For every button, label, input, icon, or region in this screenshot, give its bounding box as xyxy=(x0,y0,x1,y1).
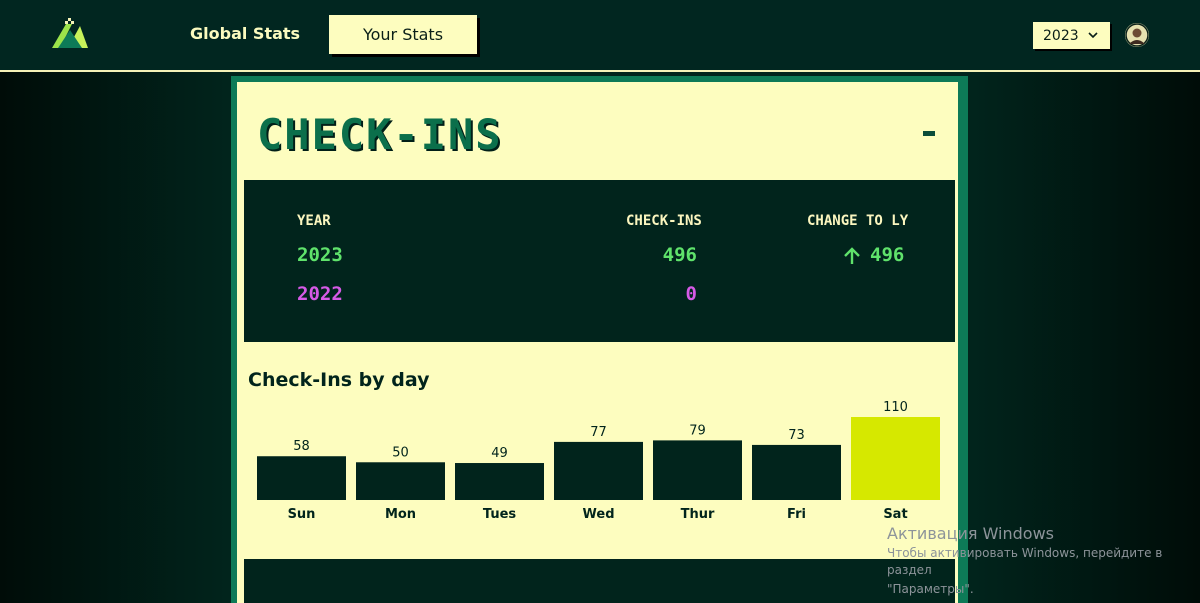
user-avatar[interactable] xyxy=(1125,23,1149,47)
change-column-header: CHANGE TO LY xyxy=(807,213,909,229)
year-select[interactable]: 2023 xyxy=(1033,22,1110,49)
row-checkins-previous: 0 xyxy=(685,283,697,305)
collapse-button[interactable] xyxy=(923,131,935,136)
watermark-line-2: "Параметры". xyxy=(887,582,974,596)
category-label: Sun xyxy=(288,507,316,522)
row-checkins-current: 496 xyxy=(662,244,697,266)
bar-value-label: 50 xyxy=(392,445,409,460)
card-title: CHECK-INS xyxy=(257,110,503,159)
category-label: Wed xyxy=(583,507,615,522)
row-year-previous: 2022 xyxy=(297,283,343,305)
row-year-current: 2023 xyxy=(297,244,343,266)
bar-value-label: 110 xyxy=(883,400,908,415)
header-divider xyxy=(0,70,1200,72)
category-label: Thur xyxy=(681,507,715,522)
checkins-by-day-chart: 58 Sun 50 Mon 49 Tues 77 Wed 79 Thur 73 Fri 110 Sat xyxy=(257,400,940,522)
bottom-panel xyxy=(244,559,955,603)
user-avatar-icon xyxy=(1125,23,1149,47)
bar-sat xyxy=(851,417,940,500)
year-column-header: YEAR xyxy=(297,213,331,229)
stats-panel: YEAR CHECK-INS CHANGE TO LY 2023 496 496… xyxy=(244,180,955,342)
bar-sun xyxy=(257,456,346,500)
bar-value-label: 77 xyxy=(590,425,607,440)
year-select-value: 2023 xyxy=(1043,27,1079,44)
bar-value-label: 79 xyxy=(689,423,706,438)
windows-activation-watermark: Активация Windows Чтобы активировать Win… xyxy=(887,524,1200,598)
watermark-title: Активация Windows xyxy=(887,524,1054,543)
category-label: Fri xyxy=(787,507,806,522)
bar-value-label: 58 xyxy=(293,439,310,454)
bar-mon xyxy=(356,462,445,500)
top-nav-bar: Global Stats Your Stats 2023 xyxy=(0,0,1200,70)
watermark-line-1: Чтобы активировать Windows, перейдите в … xyxy=(887,546,1163,577)
bar-fri xyxy=(752,444,841,500)
arrow-up-icon xyxy=(844,247,860,264)
checkins-column-header: CHECK-INS xyxy=(626,213,702,229)
checkins-card: CHECK-INS YEAR CHECK-INS CHANGE TO LY 20… xyxy=(237,82,958,603)
nav-your-stats[interactable]: Your Stats xyxy=(329,15,477,54)
category-label: Tues xyxy=(483,507,517,522)
category-label: Mon xyxy=(385,507,416,522)
category-label: Sat xyxy=(883,507,907,522)
chevron-down-icon xyxy=(1088,32,1098,39)
bar-value-label: 73 xyxy=(788,428,805,443)
bar-wed xyxy=(554,441,643,500)
row-change-current: 496 xyxy=(870,244,905,266)
nav-global-stats[interactable]: Global Stats xyxy=(190,24,300,43)
bar-value-label: 49 xyxy=(491,446,508,461)
app-logo-icon[interactable] xyxy=(48,16,92,52)
bar-thur xyxy=(653,440,742,500)
bar-tues xyxy=(455,463,544,500)
